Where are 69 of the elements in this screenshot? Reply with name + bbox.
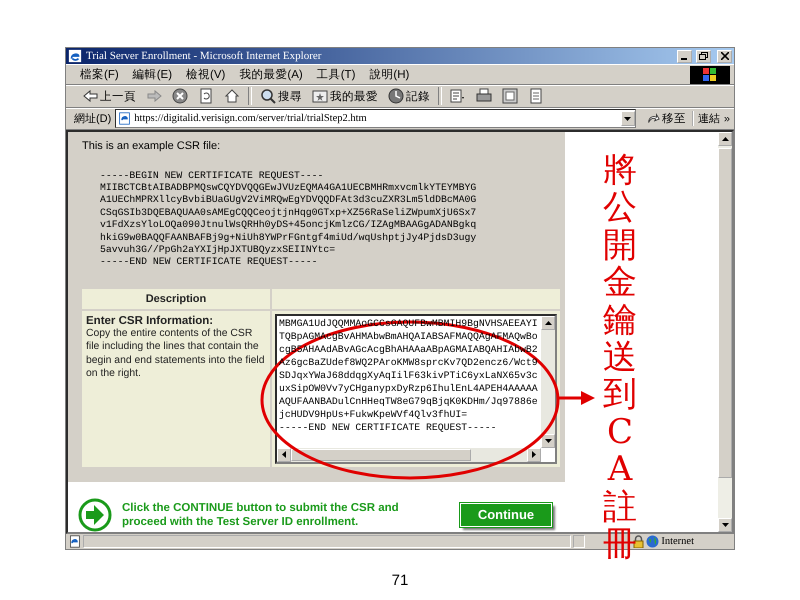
window-title: Trial Server Enrollment - Microsoft Internet Explorer <box>86 50 322 62</box>
windows-logo-icon <box>690 66 730 84</box>
menu-item[interactable]: 我的最愛(A) <box>239 67 303 82</box>
close-button[interactable] <box>717 50 732 63</box>
caret-icon <box>624 116 632 121</box>
scroll-up-button[interactable] <box>541 316 555 330</box>
scroll-down-button[interactable] <box>541 434 555 448</box>
browser-logo-icon <box>68 49 82 64</box>
home-icon <box>224 88 240 104</box>
print-icon <box>476 88 492 104</box>
down-triangle-icon <box>544 438 552 443</box>
minimize-button[interactable] <box>677 50 692 63</box>
history-button[interactable]: 記錄 <box>386 88 432 104</box>
history-icon <box>388 88 404 104</box>
down-triangle-icon <box>722 522 728 526</box>
left-triangle-icon <box>282 451 286 458</box>
home-button[interactable] <box>222 88 242 104</box>
close-icon <box>720 52 728 60</box>
example-csr-text: -----BEGIN NEW CERTIFICATE REQUEST---- MIIBCTCBtAIBADBPMQswCQYDVQQGEwJVUzEQMA4GA1UECBMHRmxvcmlkYTEYMBYG A1UEChMPRXllcyBvbiBUaGUgV2ViMRQwEgYDVQQDFAt3d3cuZXR3Lm5ldDBcMA0G CSqGSIb3DQEBAQUAA0sAMEgCQQCeojtjnHqg0GTxp+XZ56RaSeliZWpumXjU6Sx7 v1FdXzsYloLOQa090JtnulWsQRHh0yDS+45oncjKmlzCG/IZAgMBAAGgADANBgkq hkiG9w0BAQQFAANBAFBj9g+NiUh8YWPrFGntgf4miUd/wqUshptjJy4PjdsD3ugy 5avvuh3G//PpGh2aYXIjHpJXTUBQyzxSEIINYtc= -----END NEW CERTIFICATE REQUEST----- <box>100 170 478 269</box>
address-label: 網址(D) <box>74 112 112 126</box>
page-icon <box>118 112 132 126</box>
instruction-text: Click the CONTINUE button to submit the CSR and proceed with the Test Server ID enrollment. <box>122 500 400 528</box>
scroll-thumb[interactable] <box>291 448 471 461</box>
forward-icon <box>146 88 162 104</box>
intro-text: This is an example CSR file: <box>82 140 222 152</box>
menu-item[interactable]: 工具(T) <box>316 67 356 82</box>
edit-button[interactable] <box>500 88 520 104</box>
right-triangle-icon <box>532 451 536 458</box>
menu-item[interactable]: 檔案(F) <box>80 67 119 82</box>
globe-icon <box>646 534 660 548</box>
chevron-button[interactable]: » <box>724 112 730 125</box>
table-header: Description <box>82 288 270 309</box>
links-button[interactable]: 連結 <box>698 111 720 126</box>
back-button[interactable]: 上一頁 <box>80 88 138 104</box>
scroll-down-button[interactable] <box>718 518 732 532</box>
field-label: Enter CSR Information: <box>86 314 214 327</box>
menu-item[interactable]: 編輯(E) <box>132 67 172 82</box>
scroll-thumb[interactable] <box>718 148 732 478</box>
favorites-button[interactable]: 我的最愛 <box>310 88 380 104</box>
menu-item[interactable]: 檢視(V) <box>186 67 226 82</box>
stop-icon <box>172 88 188 104</box>
stop-button[interactable] <box>170 88 190 104</box>
scroll-right-button[interactable] <box>527 448 541 462</box>
go-button[interactable]: 移至 <box>640 111 694 126</box>
pointer-arrow <box>558 391 595 405</box>
favorites-icon <box>312 88 328 104</box>
annotation-text: 將公開金鑰送到CA註冊 <box>603 152 637 564</box>
continue-button[interactable]: Continue <box>460 502 552 526</box>
dropdown-button[interactable] <box>620 111 635 126</box>
help-text: Copy the entire contents of the CSR file including the lines that contain the begin and end statements into the field on the right. <box>86 326 266 381</box>
page-number: 71 <box>390 572 410 589</box>
refresh-icon <box>198 88 214 104</box>
search-button[interactable]: 搜尋 <box>258 88 304 104</box>
menu-item[interactable]: 說明(H) <box>369 67 410 82</box>
page-scrollbar[interactable] <box>718 132 732 532</box>
back-icon <box>82 88 98 104</box>
search-icon <box>260 88 276 104</box>
up-triangle-icon <box>722 136 728 140</box>
up-triangle-icon <box>544 320 552 325</box>
scroll-up-button[interactable] <box>718 132 732 146</box>
restore-button[interactable] <box>696 50 711 63</box>
security-zone-text: Internet <box>661 536 694 547</box>
edit-icon <box>502 88 518 104</box>
mail-icon <box>450 88 466 104</box>
discuss-icon <box>528 88 544 104</box>
address-field[interactable]: https://digitalid.verisign.com/server/trial/trialStep2.htm <box>115 109 636 128</box>
print-button[interactable] <box>474 88 494 104</box>
scroll-left-button[interactable] <box>277 448 291 462</box>
restore-icon <box>699 52 708 60</box>
